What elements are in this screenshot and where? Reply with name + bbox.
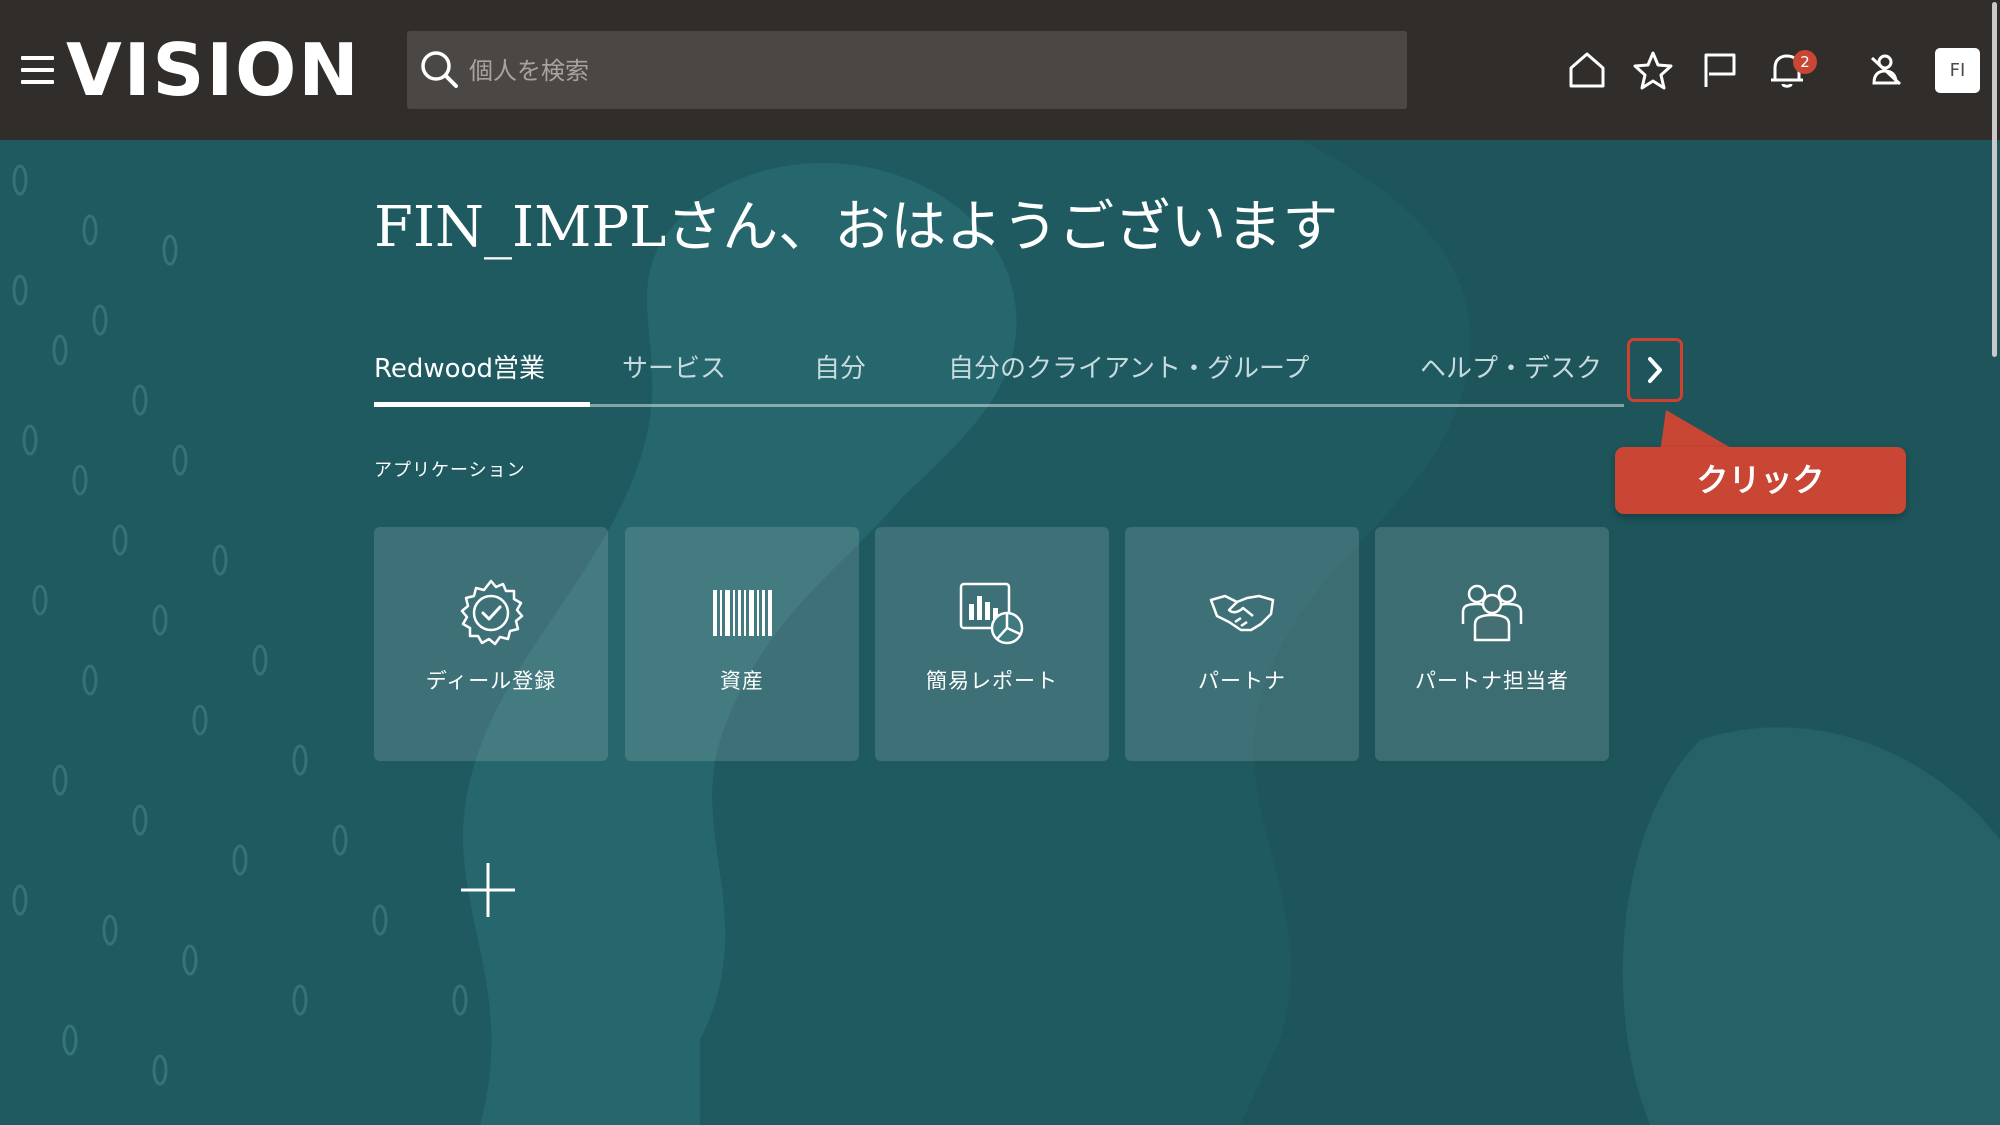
app-tile-partners[interactable]: パートナ (1125, 527, 1359, 761)
tab-service[interactable]: サービス (622, 348, 726, 385)
callout-pointer (1660, 410, 1738, 452)
tab-me[interactable]: 自分 (814, 348, 866, 385)
app-tile-deal-registration[interactable]: ディール登録 (374, 527, 608, 761)
flag-icon[interactable] (1700, 50, 1740, 90)
callout-text: クリック (1696, 461, 1825, 499)
tile-label: 簡易レポート (926, 669, 1058, 693)
section-heading-applications: アプリケーション (374, 460, 526, 481)
notification-badge: 2 (1793, 50, 1817, 74)
tile-label: パートナ担当者 (1415, 669, 1569, 693)
handshake-icon (1209, 594, 1275, 632)
global-header: VISION 2 FI (0, 0, 2000, 140)
active-tab-indicator (374, 402, 590, 407)
menu-icon[interactable] (21, 56, 54, 84)
accessibility-icon[interactable] (1866, 50, 1906, 90)
home-icon[interactable] (1567, 50, 1607, 90)
user-avatar[interactable]: FI (1935, 48, 1980, 93)
app-logo[interactable]: VISION (66, 30, 361, 110)
plus-icon[interactable] (458, 860, 518, 920)
app-tile-assets[interactable]: 資産 (625, 527, 859, 761)
search-input[interactable] (467, 31, 1391, 111)
search-icon[interactable] (417, 47, 461, 91)
tile-label: 資産 (720, 669, 764, 693)
tab-bar: Redwood営業 サービス 自分 自分のクライアント・グループ ヘルプ・デスク (374, 338, 1624, 408)
report-chart-icon (959, 582, 1024, 645)
badge-check-icon (460, 579, 524, 646)
click-callout: クリック (1615, 447, 1906, 514)
chevron-right-icon (1648, 357, 1662, 383)
tile-label: ディール登録 (425, 669, 557, 693)
tab-redwood-sales[interactable]: Redwood営業 (374, 348, 545, 385)
app-tile-quick-reports[interactable]: 簡易レポート (875, 527, 1109, 761)
tab-my-client-groups[interactable]: 自分のクライアント・グループ (948, 348, 1309, 385)
tabs-next-button[interactable] (1627, 338, 1683, 402)
search-bar (407, 31, 1407, 111)
app-tile-partner-contacts[interactable]: パートナ担当者 (1375, 527, 1609, 761)
group-icon (1461, 584, 1523, 642)
tab-help-desk[interactable]: ヘルプ・デスク (1420, 348, 1602, 385)
star-icon[interactable] (1633, 50, 1673, 90)
page-scrollbar[interactable] (1990, 0, 2000, 1125)
tile-label: パートナ (1198, 669, 1286, 693)
barcode-icon (713, 590, 772, 636)
page-greeting: FIN_IMPLさん、おはようございます (374, 195, 1339, 260)
